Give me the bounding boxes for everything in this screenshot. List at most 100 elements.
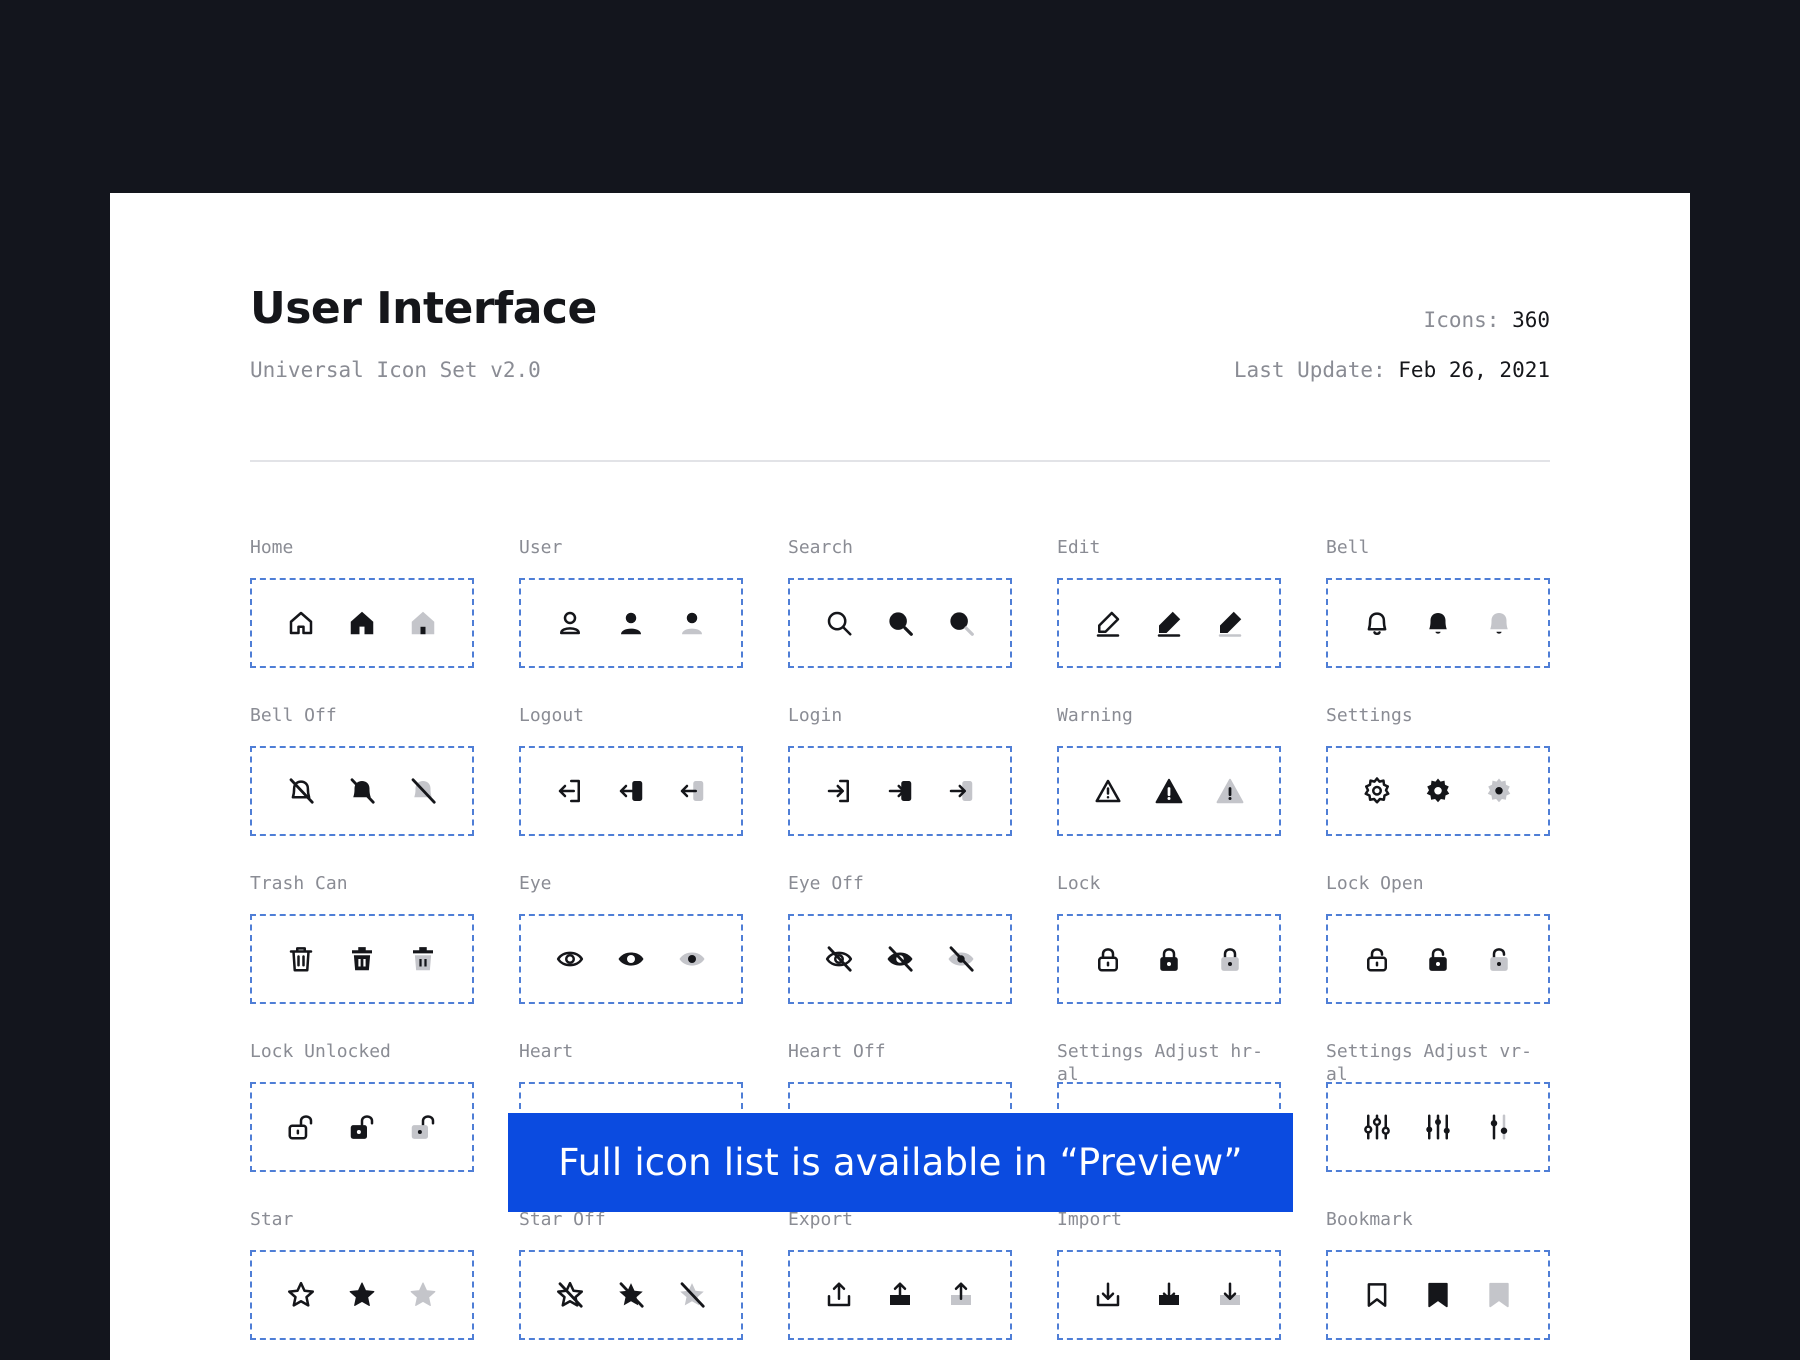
sliders-vertical-solid-icon: [1423, 1112, 1453, 1142]
last-update-value: Feb 26, 2021: [1398, 358, 1550, 382]
login-duotone-icon: [946, 776, 976, 806]
icons-count-label: Icons:: [1423, 308, 1500, 332]
icon-frame: [250, 578, 474, 668]
icon-group: Home: [250, 536, 474, 704]
logout-solid-icon: [616, 776, 646, 806]
icon-group-label: Settings: [1326, 705, 1413, 726]
icon-group-label: Bell Off: [250, 705, 337, 726]
eye-off-duotone-icon: [946, 944, 976, 974]
icon-group-label: User: [519, 537, 563, 558]
edit-outline-icon: [1093, 608, 1123, 638]
preview-banner: Full icon list is available in “Preview”: [508, 1113, 1293, 1212]
icons-count: Icons: 360: [1424, 308, 1550, 332]
icon-frame: [1057, 746, 1281, 836]
icon-group-label: Export: [788, 1209, 854, 1230]
export-duotone-icon: [946, 1280, 976, 1310]
page-title: User Interface: [250, 283, 597, 334]
icon-group: Trash Can: [250, 872, 474, 1040]
icon-group-label: Logout: [519, 705, 585, 726]
icon-group-label: Lock Unlocked: [250, 1041, 391, 1062]
icon-group-label: Lock: [1057, 873, 1101, 894]
eye-off-outline-icon: [824, 944, 854, 974]
export-solid-icon: [885, 1280, 915, 1310]
home-duotone-icon: [408, 608, 438, 638]
icon-set-sheet: User Interface Universal Icon Set v2.0 I…: [110, 193, 1690, 1360]
star-outline-icon: [286, 1280, 316, 1310]
export-outline-icon: [824, 1280, 854, 1310]
search-duotone-icon: [946, 608, 976, 638]
icon-group: User: [519, 536, 743, 704]
icon-frame: [519, 914, 743, 1004]
user-duotone-icon: [677, 608, 707, 638]
lock-outline-icon: [1093, 944, 1123, 974]
trash-duotone-icon: [408, 944, 438, 974]
icon-group: Import: [1057, 1208, 1281, 1360]
icon-group-label: Star Off: [519, 1209, 606, 1230]
icons-count-value: 360: [1512, 308, 1550, 332]
icon-frame: [1326, 746, 1550, 836]
icon-grid: Home User Search Edit Bell Bell Off Logout Logi…: [250, 536, 1550, 1360]
warning-duotone-icon: [1215, 776, 1245, 806]
icon-group-label: Login: [788, 705, 843, 726]
last-update: Last Update: Feb 26, 2021: [1234, 358, 1550, 382]
icon-group-label: Import: [1057, 1209, 1123, 1230]
bookmark-outline-icon: [1362, 1280, 1392, 1310]
icon-frame: [519, 746, 743, 836]
icon-group: Eye: [519, 872, 743, 1040]
eye-off-solid-icon: [885, 944, 915, 974]
icon-frame: [1326, 578, 1550, 668]
icon-group-label: Lock Open: [1326, 873, 1424, 894]
icon-group: Bell: [1326, 536, 1550, 704]
icon-group: Edit: [1057, 536, 1281, 704]
import-duotone-icon: [1215, 1280, 1245, 1310]
icon-group: Lock Open: [1326, 872, 1550, 1040]
trash-solid-icon: [347, 944, 377, 974]
bell-solid-icon: [1423, 608, 1453, 638]
sliders-vertical-outline-icon: [1362, 1112, 1392, 1142]
lock-open-solid-icon: [1423, 944, 1453, 974]
user-solid-icon: [616, 608, 646, 638]
lock-open-duotone-icon: [1484, 944, 1514, 974]
import-solid-icon: [1154, 1280, 1184, 1310]
icon-frame: [250, 746, 474, 836]
star-off-outline-icon: [555, 1280, 585, 1310]
home-outline-icon: [286, 608, 316, 638]
star-duotone-icon: [408, 1280, 438, 1310]
icon-frame: [1326, 1082, 1550, 1172]
icon-frame: [788, 746, 1012, 836]
star-solid-icon: [347, 1280, 377, 1310]
icon-frame: [1057, 1250, 1281, 1340]
icon-group: Warning: [1057, 704, 1281, 872]
logout-duotone-icon: [677, 776, 707, 806]
eye-outline-icon: [555, 944, 585, 974]
icon-group: Logout: [519, 704, 743, 872]
lock-solid-icon: [1154, 944, 1184, 974]
icon-frame: [788, 578, 1012, 668]
icon-group: Bell Off: [250, 704, 474, 872]
icon-group-label: Heart Off: [788, 1041, 886, 1062]
star-off-duotone-icon: [677, 1280, 707, 1310]
settings-solid-icon: [1423, 776, 1453, 806]
icon-group: Bookmark: [1326, 1208, 1550, 1360]
bookmark-duotone-icon: [1484, 1280, 1514, 1310]
logout-outline-icon: [555, 776, 585, 806]
search-solid-icon: [885, 608, 915, 638]
icon-frame: [1057, 914, 1281, 1004]
lock-unlocked-outline-icon: [286, 1112, 316, 1142]
bell-off-solid-icon: [347, 776, 377, 806]
icon-group: Star: [250, 1208, 474, 1360]
icon-frame: [519, 578, 743, 668]
icon-frame: [250, 1082, 474, 1172]
icon-group: Settings Adjust vr-al: [1326, 1040, 1550, 1208]
icon-group-label: Settings Adjust vr-al: [1326, 1041, 1532, 1085]
warning-outline-icon: [1093, 776, 1123, 806]
icon-group-label: Star: [250, 1209, 294, 1230]
icon-group: Lock Unlocked: [250, 1040, 474, 1208]
bell-duotone-icon: [1484, 608, 1514, 638]
icon-group: Star Off: [519, 1208, 743, 1360]
bell-outline-icon: [1362, 608, 1392, 638]
icon-group-label: Eye: [519, 873, 552, 894]
warning-solid-icon: [1154, 776, 1184, 806]
icon-group-label: Eye Off: [788, 873, 864, 894]
icon-frame: [1326, 914, 1550, 1004]
